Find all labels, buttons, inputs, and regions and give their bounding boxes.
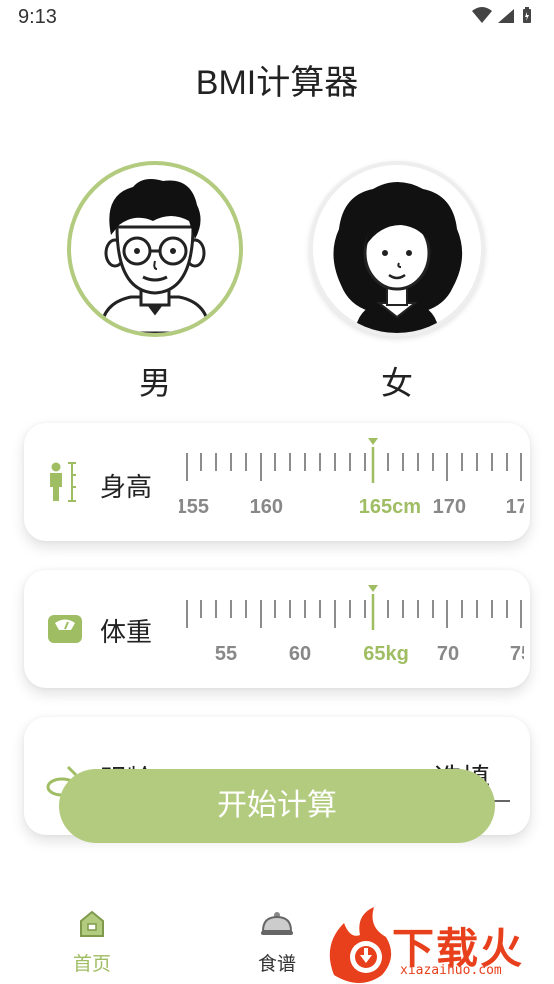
- wifi-icon: [472, 7, 492, 23]
- height-tick-170: 170: [433, 496, 466, 518]
- height-tick-160: 160: [250, 496, 283, 518]
- age-select-line: [494, 800, 510, 802]
- status-icons: [470, 6, 540, 30]
- cloche-icon: [261, 912, 293, 935]
- weight-card: 体重 55 60 65kg 70 75: [24, 570, 530, 688]
- battery-icon: [523, 7, 531, 23]
- status-bar: 9:13: [0, 0, 554, 34]
- female-label[interactable]: 女: [337, 358, 457, 404]
- weight-pointer-icon: [368, 585, 378, 592]
- female-avatar-image: [333, 182, 463, 333]
- watermark-logo: 下载火 xiazaihuo.com: [326, 905, 554, 984]
- height-ruler[interactable]: 155 160 165cm 170 175: [176, 435, 530, 529]
- status-time: 9:13: [18, 6, 57, 28]
- nav-label-recipe: 食谱: [257, 953, 296, 975]
- female-avatar[interactable]: [309, 161, 485, 337]
- nav-item-recipe[interactable]: 食谱: [217, 895, 337, 976]
- weight-tick-55: 55: [215, 643, 237, 665]
- page-title: BMI计算器: [195, 64, 359, 102]
- height-label: 身高: [100, 473, 153, 503]
- scale-icon: [46, 613, 84, 649]
- nav-label-home: 首页: [72, 953, 111, 975]
- start-calculate-button[interactable]: 开始计算: [59, 769, 495, 843]
- height-card: 身高 155 160 165cm 170 175: [24, 423, 530, 541]
- male-avatar[interactable]: [67, 161, 243, 337]
- height-tick-165: 165cm: [359, 496, 421, 518]
- height-tick-175: 175: [506, 496, 524, 518]
- height-pointer-icon: [368, 438, 378, 445]
- male-label[interactable]: 男: [95, 358, 215, 404]
- weight-label: 体重: [100, 618, 153, 648]
- signal-icon: [498, 9, 514, 23]
- flame-logo-icon: [329, 907, 392, 983]
- watermark-url: xiazaihuo.com: [400, 963, 502, 978]
- male-avatar-image: [99, 179, 211, 333]
- weight-tick-65: 65kg: [363, 643, 409, 665]
- nav-item-home[interactable]: 首页: [32, 895, 152, 976]
- home-icon: [80, 910, 104, 937]
- weight-tick-75: 75: [510, 643, 524, 665]
- weight-tick-60: 60: [289, 643, 311, 665]
- height-tick-155: 155: [179, 496, 209, 518]
- person-height-icon: [46, 461, 82, 507]
- weight-tick-70: 70: [437, 643, 459, 665]
- weight-ruler[interactable]: 55 60 65kg 70 75: [179, 582, 530, 676]
